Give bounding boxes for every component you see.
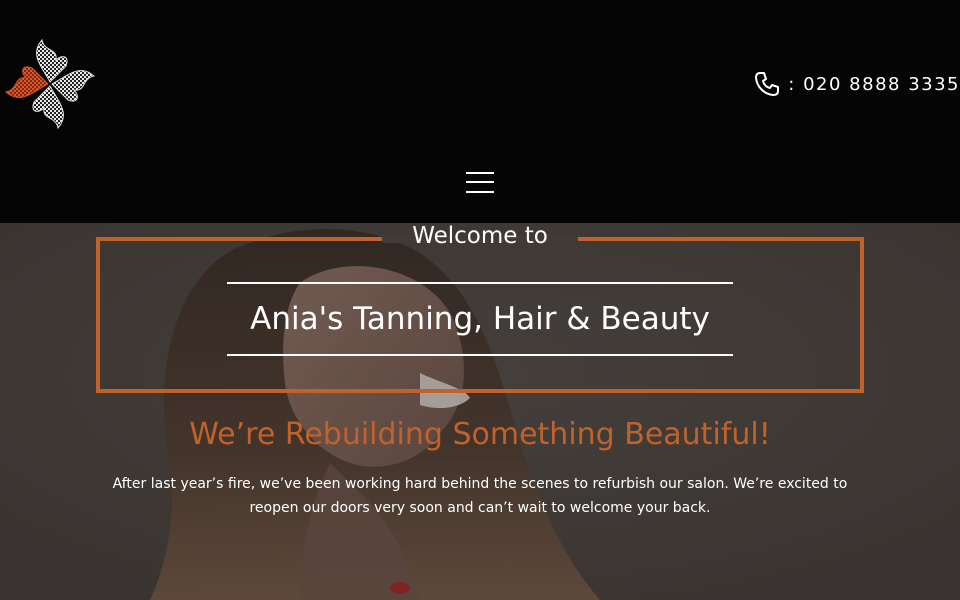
welcome-label: Welcome to [412,223,548,249]
hero-body-text: After last year’s fire, we’ve been worki… [112,476,848,516]
pinwheel-logo-icon [0,34,100,134]
hamburger-menu-icon[interactable] [466,170,494,194]
divider-line [227,282,733,284]
salon-name: Ania's Tanning, Hair & Beauty [250,301,710,337]
phone-number[interactable]: : 020 8888 3335 [788,74,960,95]
site-header: : 020 8888 3335 [0,0,960,223]
menu-bar [466,181,494,183]
hero-headline: We’re Rebuilding Something Beautiful! [189,417,771,452]
menu-bar [466,191,494,193]
hero-section: Welcome to Ania's Tanning, Hair & Beauty… [0,223,960,600]
menu-bar [466,172,494,174]
phone-icon [755,72,780,96]
divider-line [227,354,733,356]
phone-contact[interactable]: : 020 8888 3335 [754,70,960,98]
logo[interactable] [0,34,100,134]
